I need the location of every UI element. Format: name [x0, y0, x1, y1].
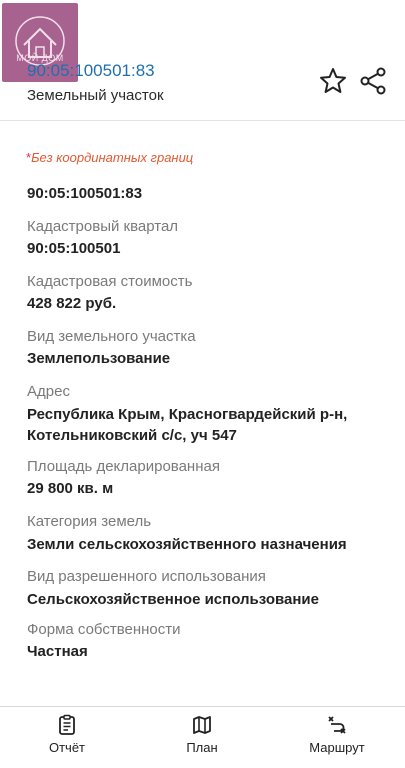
tab-report[interactable]: Отчёт — [12, 707, 122, 768]
field-label-category: Категория земель — [27, 513, 152, 530]
field-label-address: Адрес — [27, 383, 70, 400]
tab-route[interactable]: Маршрут — [282, 707, 392, 768]
field-label-ownership: Форма собственности — [27, 621, 181, 638]
field-label-quarter: Кадастровый квартал — [27, 218, 179, 235]
tab-plan[interactable]: План — [147, 707, 257, 768]
field-value-cadastral-number: 90:05:100501:83 — [27, 185, 143, 202]
cadastral-number-title[interactable]: 90:05:100501:83 — [27, 61, 155, 81]
map-icon — [193, 716, 211, 734]
favorite-star-icon[interactable] — [318, 66, 348, 96]
field-label-permitted-use: Вид разрешенного использования — [27, 568, 266, 585]
bottom-tab-bar: Отчёт План Маршрут — [0, 706, 405, 768]
field-label-area: Площадь декларированная — [27, 458, 220, 475]
field-label-cost: Кадастровая стоимость — [27, 273, 193, 290]
tab-route-label: Маршрут — [309, 740, 365, 755]
field-value-ownership: Частная — [27, 643, 88, 660]
tab-report-label: Отчёт — [48, 740, 86, 755]
field-value-category: Земли сельскохозяйственного назначения — [27, 536, 347, 553]
field-value-cost: 428 822 руб. — [27, 295, 117, 312]
route-icon — [328, 716, 346, 734]
share-icon[interactable] — [358, 66, 388, 96]
report-icon — [59, 714, 75, 735]
field-value-quarter: 90:05:100501 — [27, 240, 121, 257]
field-value-address: Республика Крым, Красногвардейский р-н, … — [27, 406, 348, 444]
field-value-land-kind: Землепользование — [27, 350, 171, 367]
no-boundaries-warning: *Без координатных границ — [26, 150, 193, 165]
warning-text: Без координатных границ — [31, 150, 194, 165]
field-label-land-kind: Вид земельного участка — [27, 328, 196, 345]
field-value-permitted-use: Сельскохозяйственное использование — [27, 591, 319, 608]
object-type: Земельный участок — [27, 87, 164, 104]
tab-plan-label: План — [186, 740, 218, 755]
field-value-area: 29 800 кв. м — [27, 480, 114, 497]
